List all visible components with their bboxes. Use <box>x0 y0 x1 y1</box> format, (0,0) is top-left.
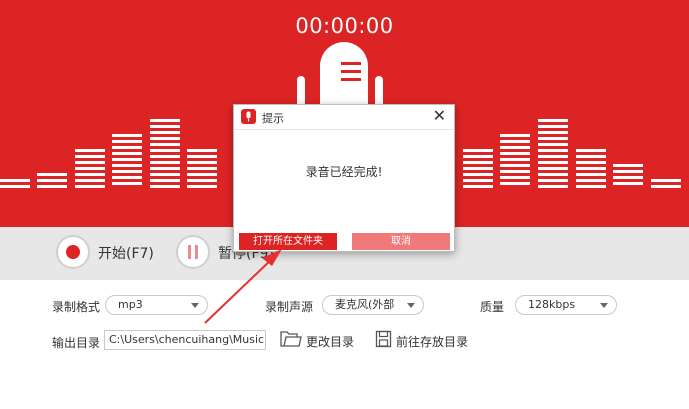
eq-column-12 <box>651 179 681 188</box>
app-logo-icon <box>241 109 256 124</box>
change-dir-label: 更改目录 <box>306 335 355 349</box>
source-label: 录制声源 <box>265 300 314 314</box>
eq-column-2 <box>37 173 67 188</box>
eq-column-6 <box>187 149 217 188</box>
quality-label: 质量 <box>480 300 505 314</box>
close-icon[interactable]: ✕ <box>433 107 446 125</box>
output-label: 输出目录 <box>52 336 101 350</box>
start-label[interactable]: 开始(F7) <box>98 243 154 263</box>
dialog-title-bar: 提示 ✕ <box>234 105 454 130</box>
output-path-field[interactable]: C:\Users\chencuihang\Music <box>104 330 266 350</box>
eq-column-7 <box>463 149 493 188</box>
quality-value: 128kbps <box>528 298 576 311</box>
pause-button[interactable] <box>176 235 210 269</box>
dialog-message: 录音已经完成! <box>305 165 383 179</box>
eq-column-4 <box>112 134 142 185</box>
source-value: 麦克风(外部 <box>335 298 395 311</box>
open-dir-label: 前往存放目录 <box>396 335 469 349</box>
eq-column-11 <box>613 164 643 185</box>
format-value: mp3 <box>118 298 143 311</box>
eq-column-10 <box>576 149 606 188</box>
quality-select[interactable]: 128kbps <box>515 295 617 315</box>
format-select[interactable]: mp3 <box>105 295 208 315</box>
chevron-down-icon <box>600 303 608 308</box>
eq-column-5 <box>150 119 180 188</box>
save-icon <box>375 330 392 348</box>
chevron-down-icon <box>191 303 199 308</box>
cancel-button[interactable]: 取消 <box>352 233 450 250</box>
chevron-down-icon <box>407 303 415 308</box>
folder-icon <box>280 331 302 347</box>
eq-column-1 <box>0 179 30 188</box>
open-folder-button[interactable]: 打开所在文件夹 <box>239 233 337 250</box>
start-button[interactable] <box>56 235 90 269</box>
eq-column-3 <box>75 149 105 188</box>
completion-dialog: 提示 ✕ 录音已经完成! 打开所在文件夹 取消 <box>233 104 455 252</box>
recording-timer: 00:00:00 <box>295 14 394 38</box>
source-select[interactable]: 麦克风(外部 <box>322 295 424 315</box>
eq-column-8 <box>500 134 530 185</box>
format-label: 录制格式 <box>52 300 101 314</box>
eq-column-9 <box>538 119 568 188</box>
dialog-title: 提示 <box>262 112 284 125</box>
record-icon <box>66 245 80 259</box>
